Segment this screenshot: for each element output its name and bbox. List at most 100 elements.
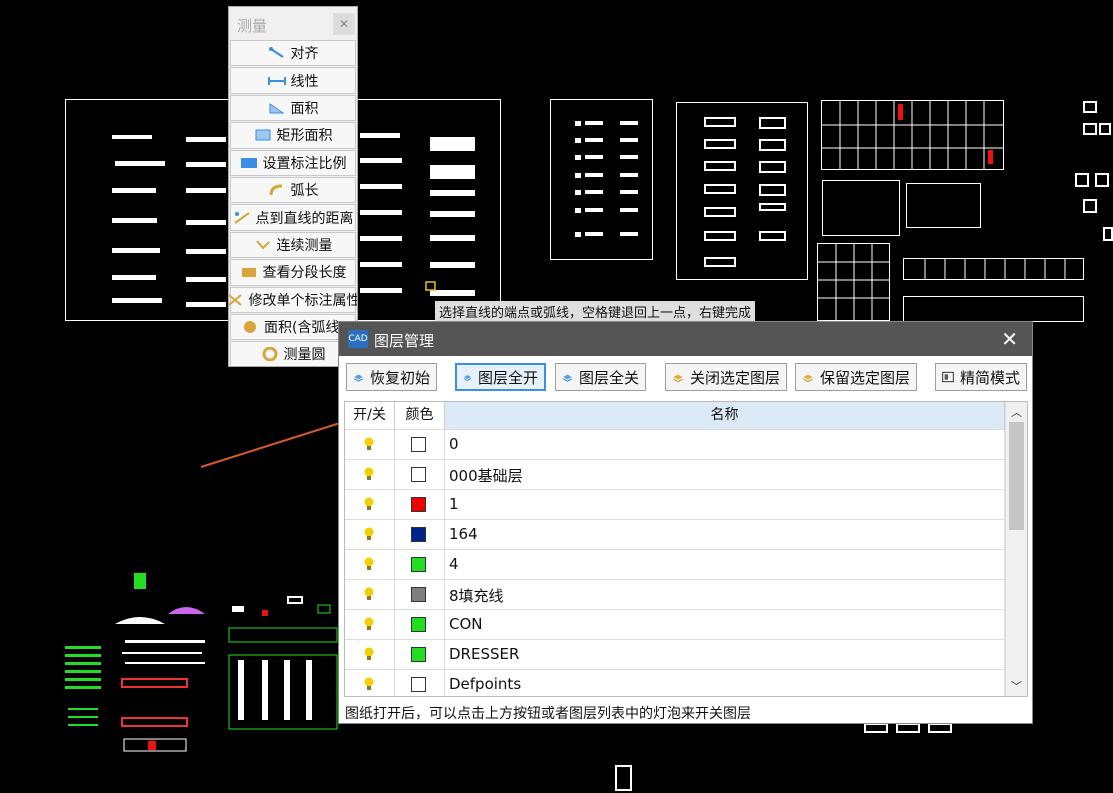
close-icon[interactable]: ✕ (333, 13, 355, 35)
layer-toggle-cell[interactable] (345, 670, 395, 696)
close-selected-layers-button[interactable]: 关闭选定图层 (665, 363, 787, 391)
layer-name-cell[interactable]: CON (445, 610, 1005, 639)
layer-row[interactable]: DRESSER (345, 639, 1005, 669)
light-bulb-icon[interactable] (363, 527, 375, 541)
layer-toggle-cell[interactable] (345, 550, 395, 579)
layer-row[interactable]: 000基础层 (345, 459, 1005, 489)
measure-tool-rect-area[interactable]: 矩形面积 (230, 122, 356, 149)
layer-toggle-cell[interactable] (345, 460, 395, 489)
layer-color-cell[interactable] (395, 610, 445, 639)
all-layers-off-label: 图层全关 (578, 368, 639, 387)
layer-color-swatch[interactable] (411, 617, 426, 632)
layer-color-cell[interactable] (395, 550, 445, 579)
layer-color-cell[interactable] (395, 580, 445, 609)
scroll-up-icon[interactable]: ︿ (1006, 404, 1027, 420)
measure-tool-align[interactable]: 对齐 (230, 40, 356, 67)
scroll-down-icon[interactable]: ﹀ (1006, 678, 1027, 694)
measure-tool-label: 对齐 (290, 46, 319, 63)
light-bulb-icon[interactable] (363, 557, 375, 571)
column-header-toggle[interactable]: 开/关 (345, 402, 395, 429)
measure-tool-area[interactable]: 面积 (230, 94, 356, 122)
layer-toggle-cell[interactable] (345, 640, 395, 669)
all-layers-on-button[interactable]: 图层全开 (455, 363, 546, 391)
arc-area-icon (244, 321, 257, 334)
light-bulb-icon[interactable] (363, 617, 375, 631)
layer-color-swatch[interactable] (411, 497, 426, 512)
light-bulb-icon[interactable] (363, 677, 375, 691)
layers-keep-icon (803, 374, 813, 383)
layer-row[interactable]: CON (345, 609, 1005, 639)
keep-selected-layers-button[interactable]: 保留选定图层 (795, 363, 917, 391)
close-icon[interactable]: ✕ (1001, 327, 1018, 351)
layer-color-cell[interactable] (395, 490, 445, 519)
layer-color-swatch[interactable] (411, 467, 426, 482)
layer-table: 开/关 颜色 名称 0 000基础层 1 164 4 8填充线 CON DRESSER Defp… (344, 401, 1028, 697)
simple-mode-label: 精简模式 (959, 368, 1020, 387)
layer-toggle-cell[interactable] (345, 520, 395, 549)
layer-toggle-cell[interactable] (345, 490, 395, 519)
layer-name-cell[interactable]: 164 (445, 520, 1005, 549)
layer-row[interactable]: Defpoints (345, 669, 1005, 696)
layer-name: 0 (449, 435, 459, 453)
measure-tool-scale[interactable]: 设置标注比例 (230, 149, 356, 176)
layer-name-cell[interactable]: 4 (445, 550, 1005, 579)
layer-color-cell[interactable] (395, 520, 445, 549)
layer-name-cell[interactable]: 0 (445, 430, 1005, 459)
layer-name-cell[interactable]: 000基础层 (445, 460, 1005, 489)
layer-color-cell[interactable] (395, 460, 445, 489)
all-layers-off-button[interactable]: 图层全关 (555, 363, 646, 391)
restore-default-button[interactable]: 恢复初始 (346, 363, 437, 391)
simple-mode-button[interactable]: 精简模式 (935, 363, 1027, 391)
measure-tool-label: 矩形面积 (276, 128, 333, 145)
measure-tool-edit-annotation[interactable]: 修改单个标注属性 (229, 286, 358, 313)
layer-color-cell[interactable] (395, 670, 445, 696)
area-icon (269, 103, 285, 114)
layer-color-swatch[interactable] (411, 587, 426, 602)
measure-tool-label: 测量圆 (283, 347, 326, 364)
layer-name-cell[interactable]: DRESSER (445, 640, 1005, 669)
measure-panel-header[interactable]: 测量 ✕ (229, 7, 357, 40)
layer-toggle-cell[interactable] (345, 610, 395, 639)
scrollbar-thumb[interactable] (1009, 422, 1024, 530)
layer-color-swatch[interactable] (411, 647, 426, 662)
measure-tool-label: 修改单个标注属性 (248, 292, 358, 309)
layer-toggle-cell[interactable] (345, 580, 395, 609)
layer-table-scrollbar[interactable]: ︿ ﹀ (1005, 402, 1027, 696)
scale-icon (240, 157, 257, 168)
layer-name-cell[interactable]: Defpoints (445, 670, 1005, 696)
column-header-name[interactable]: 名称 (445, 402, 1005, 429)
light-bulb-icon[interactable] (363, 467, 375, 481)
layer-color-cell[interactable] (395, 430, 445, 459)
light-bulb-icon[interactable] (363, 587, 375, 601)
measure-tool-arc-length[interactable]: 弧长 (230, 176, 356, 204)
layer-color-swatch[interactable] (411, 677, 426, 692)
layer-name: 164 (449, 525, 478, 543)
layer-row[interactable]: 164 (345, 519, 1005, 549)
column-header-color[interactable]: 颜色 (395, 402, 445, 429)
measure-tool-segment-length[interactable]: 查看分段长度 (230, 259, 356, 286)
layer-name-cell[interactable]: 1 (445, 490, 1005, 519)
light-bulb-icon[interactable] (363, 497, 375, 511)
measure-tool-linear[interactable]: 线性 (230, 67, 356, 94)
layer-color-swatch[interactable] (411, 557, 426, 572)
dialog-titlebar[interactable]: CAD 图层管理 ✕ (339, 322, 1032, 356)
restore-default-label: 恢复初始 (369, 368, 430, 387)
layer-color-swatch[interactable] (411, 527, 426, 542)
measure-tool-continuous[interactable]: 连续测量 (230, 231, 356, 259)
light-bulb-icon[interactable] (363, 647, 375, 661)
layer-row[interactable]: 0 (345, 429, 1005, 459)
measure-panel-title: 测量 (237, 17, 268, 35)
layer-row[interactable]: 4 (345, 549, 1005, 579)
layer-toggle-cell[interactable] (345, 430, 395, 459)
layer-color-swatch[interactable] (411, 437, 426, 452)
layer-name-cell[interactable]: 8填充线 (445, 580, 1005, 609)
layer-manager-dialog: CAD 图层管理 ✕ 恢复初始 图层全开 图层全关 关闭选定图层 保留选定图层 … (338, 321, 1033, 724)
measure-tool-point-line[interactable]: 点到直线的距离 (230, 204, 356, 231)
measure-tool-label: 弧长 (290, 183, 319, 200)
layer-row[interactable]: 8填充线 (345, 579, 1005, 609)
light-bulb-icon[interactable] (363, 437, 375, 451)
app-logo-icon: CAD (348, 330, 368, 348)
layer-row[interactable]: 1 (345, 489, 1005, 519)
layer-color-cell[interactable] (395, 640, 445, 669)
measure-tool-list: 对齐线性 面积矩形面积设置标注比例弧长点到直线的距离 连续测量 查看分段长度修改单个标… (229, 40, 358, 366)
